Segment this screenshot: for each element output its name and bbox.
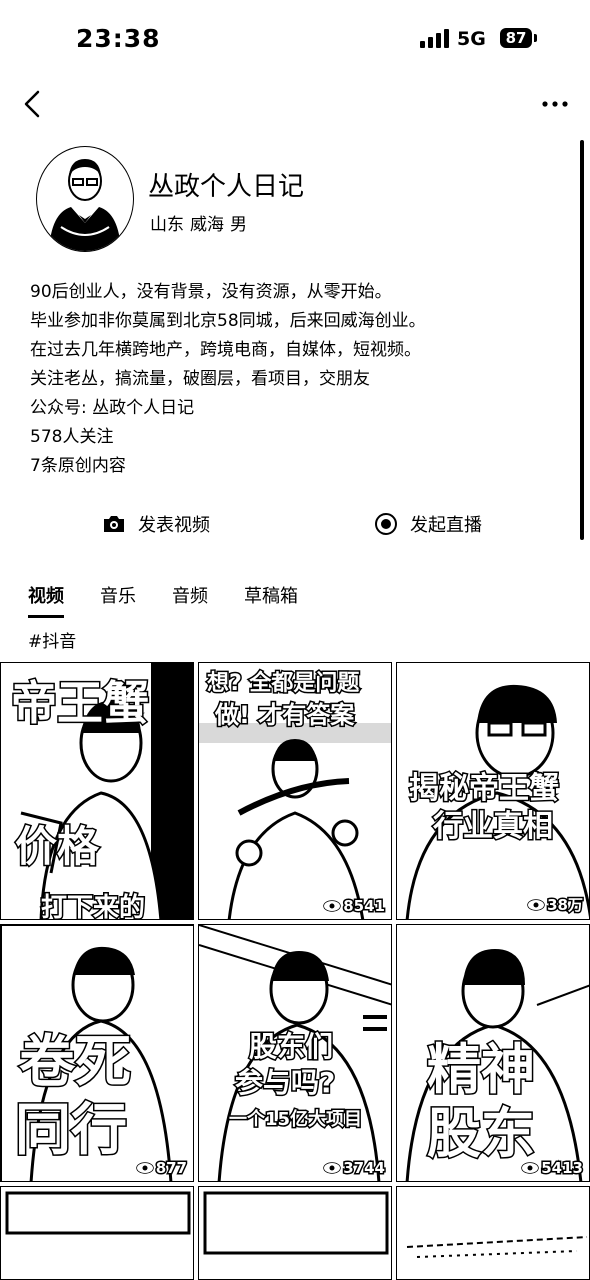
eye-icon [135,1162,154,1174]
network-type: 5G [457,28,486,50]
status-bar: 23:38 5G 87 [0,0,590,80]
video-thumbnail[interactable] [0,1186,194,1280]
video-frame-art [406,1236,588,1258]
video-thumbnail[interactable]: 卷死 同行 877 [0,924,194,1182]
profile-bio: 90后创业人，没有背景，没有资源，从零开始。 毕业参加非你莫属到北京58同城，后… [30,278,426,481]
eye-icon [521,1162,539,1174]
content-tabs: 视频 音乐 音频 草稿箱 [28,582,334,618]
status-time: 23:38 [76,24,161,53]
video-thumbnail[interactable] [198,1186,392,1280]
eye-icon [527,898,545,911]
tab-audio[interactable]: 音频 [172,582,208,616]
profile-name: 丛政个人日记 [148,172,305,202]
view-count: 5413 [521,1158,585,1179]
video-caption: 行业真相 [432,808,555,846]
view-count: 38万 [527,894,585,916]
go-live-button[interactable]: 发起直播 [374,506,482,542]
more-icon [542,101,568,107]
bio-line: 公众号: 丛政个人日记 [30,398,195,418]
video-caption: 做! 才有答案 [213,700,355,731]
tab-music[interactable]: 音乐 [100,582,136,616]
chevron-left-icon [24,90,40,118]
eye-icon [323,900,341,912]
profile-meta: 山东 威海男 [150,210,253,235]
battery-icon: 87 [500,28,537,48]
back-button[interactable] [16,86,52,122]
go-live-label: 发起直播 [410,515,482,536]
video-caption: 打下来的 [39,892,146,920]
bio-line: 在过去几年横跨地产，跨境电商，自媒体，短视频。 [30,340,421,360]
view-count-value: 38万 [546,895,585,916]
eye-icon [323,1162,341,1174]
battery-level: 87 [505,29,527,47]
video-caption: 想? 全都是问题 [205,670,360,698]
location-city: 威海 [190,215,224,235]
live-record-icon [375,513,397,535]
video-caption: 参与吗? [233,1065,336,1101]
signal-icon [420,28,450,48]
video-thumbnail[interactable]: 揭秘帝王蟹 行业真相 38万 [396,662,590,920]
view-count: 3744 [323,1158,387,1179]
view-count-value: 877 [154,1158,188,1179]
view-count: 8541 [323,896,387,917]
hashtag-filter[interactable]: #抖音 [28,627,76,652]
video-caption: 价格 [13,821,100,873]
view-count: 877 [135,1158,189,1179]
video-thumbnail[interactable]: 想? 全都是问题 做! 才有答案 8541 [198,662,392,920]
video-caption: 一个15亿大项目 [227,1108,363,1132]
post-video-label: 发表视频 [138,515,210,536]
video-thumbnail[interactable]: 精神 股东 5413 [396,924,590,1182]
post-video-button[interactable]: 发表视频 [102,506,210,542]
scrollbar[interactable] [580,140,584,540]
more-button[interactable] [540,92,570,116]
avatar-illustration [49,159,121,251]
view-count-value: 3744 [342,1158,387,1179]
avatar[interactable] [36,146,134,252]
view-count-value: 8541 [342,896,387,917]
tab-drafts[interactable]: 草稿箱 [244,582,298,616]
bio-line: 关注老丛，搞流量，破圈层，看项目，交朋友 [30,369,370,389]
video-thumbnail[interactable] [396,1186,590,1280]
bio-line: 毕业参加非你莫属到北京58同城，后来回威海创业。 [30,311,426,331]
video-caption: 股东们 [247,1029,334,1065]
video-caption: 股东 [426,1101,537,1167]
video-frame-art [203,1191,389,1255]
bio-line: 90后创业人，没有背景，没有资源，从零开始。 [30,282,392,302]
video-caption: 帝王蟹 [10,675,151,732]
tab-videos[interactable]: 视频 [28,582,64,618]
video-thumbnail[interactable]: 帝王蟹 价格 打下来的 [0,662,194,920]
view-count-value: 5413 [540,1158,585,1179]
video-thumbnail[interactable]: 股东们 参与吗? 一个15亿大项目 3744 [198,924,392,1182]
camera-icon [104,516,124,532]
video-caption: 同行 [14,1097,129,1165]
original-content-count[interactable]: 7条原创内容 [30,452,426,481]
gender: 男 [230,215,247,235]
followers-count[interactable]: 578人关注 [30,423,426,452]
location-province: 山东 [150,215,184,235]
video-frame-art [5,1191,191,1235]
